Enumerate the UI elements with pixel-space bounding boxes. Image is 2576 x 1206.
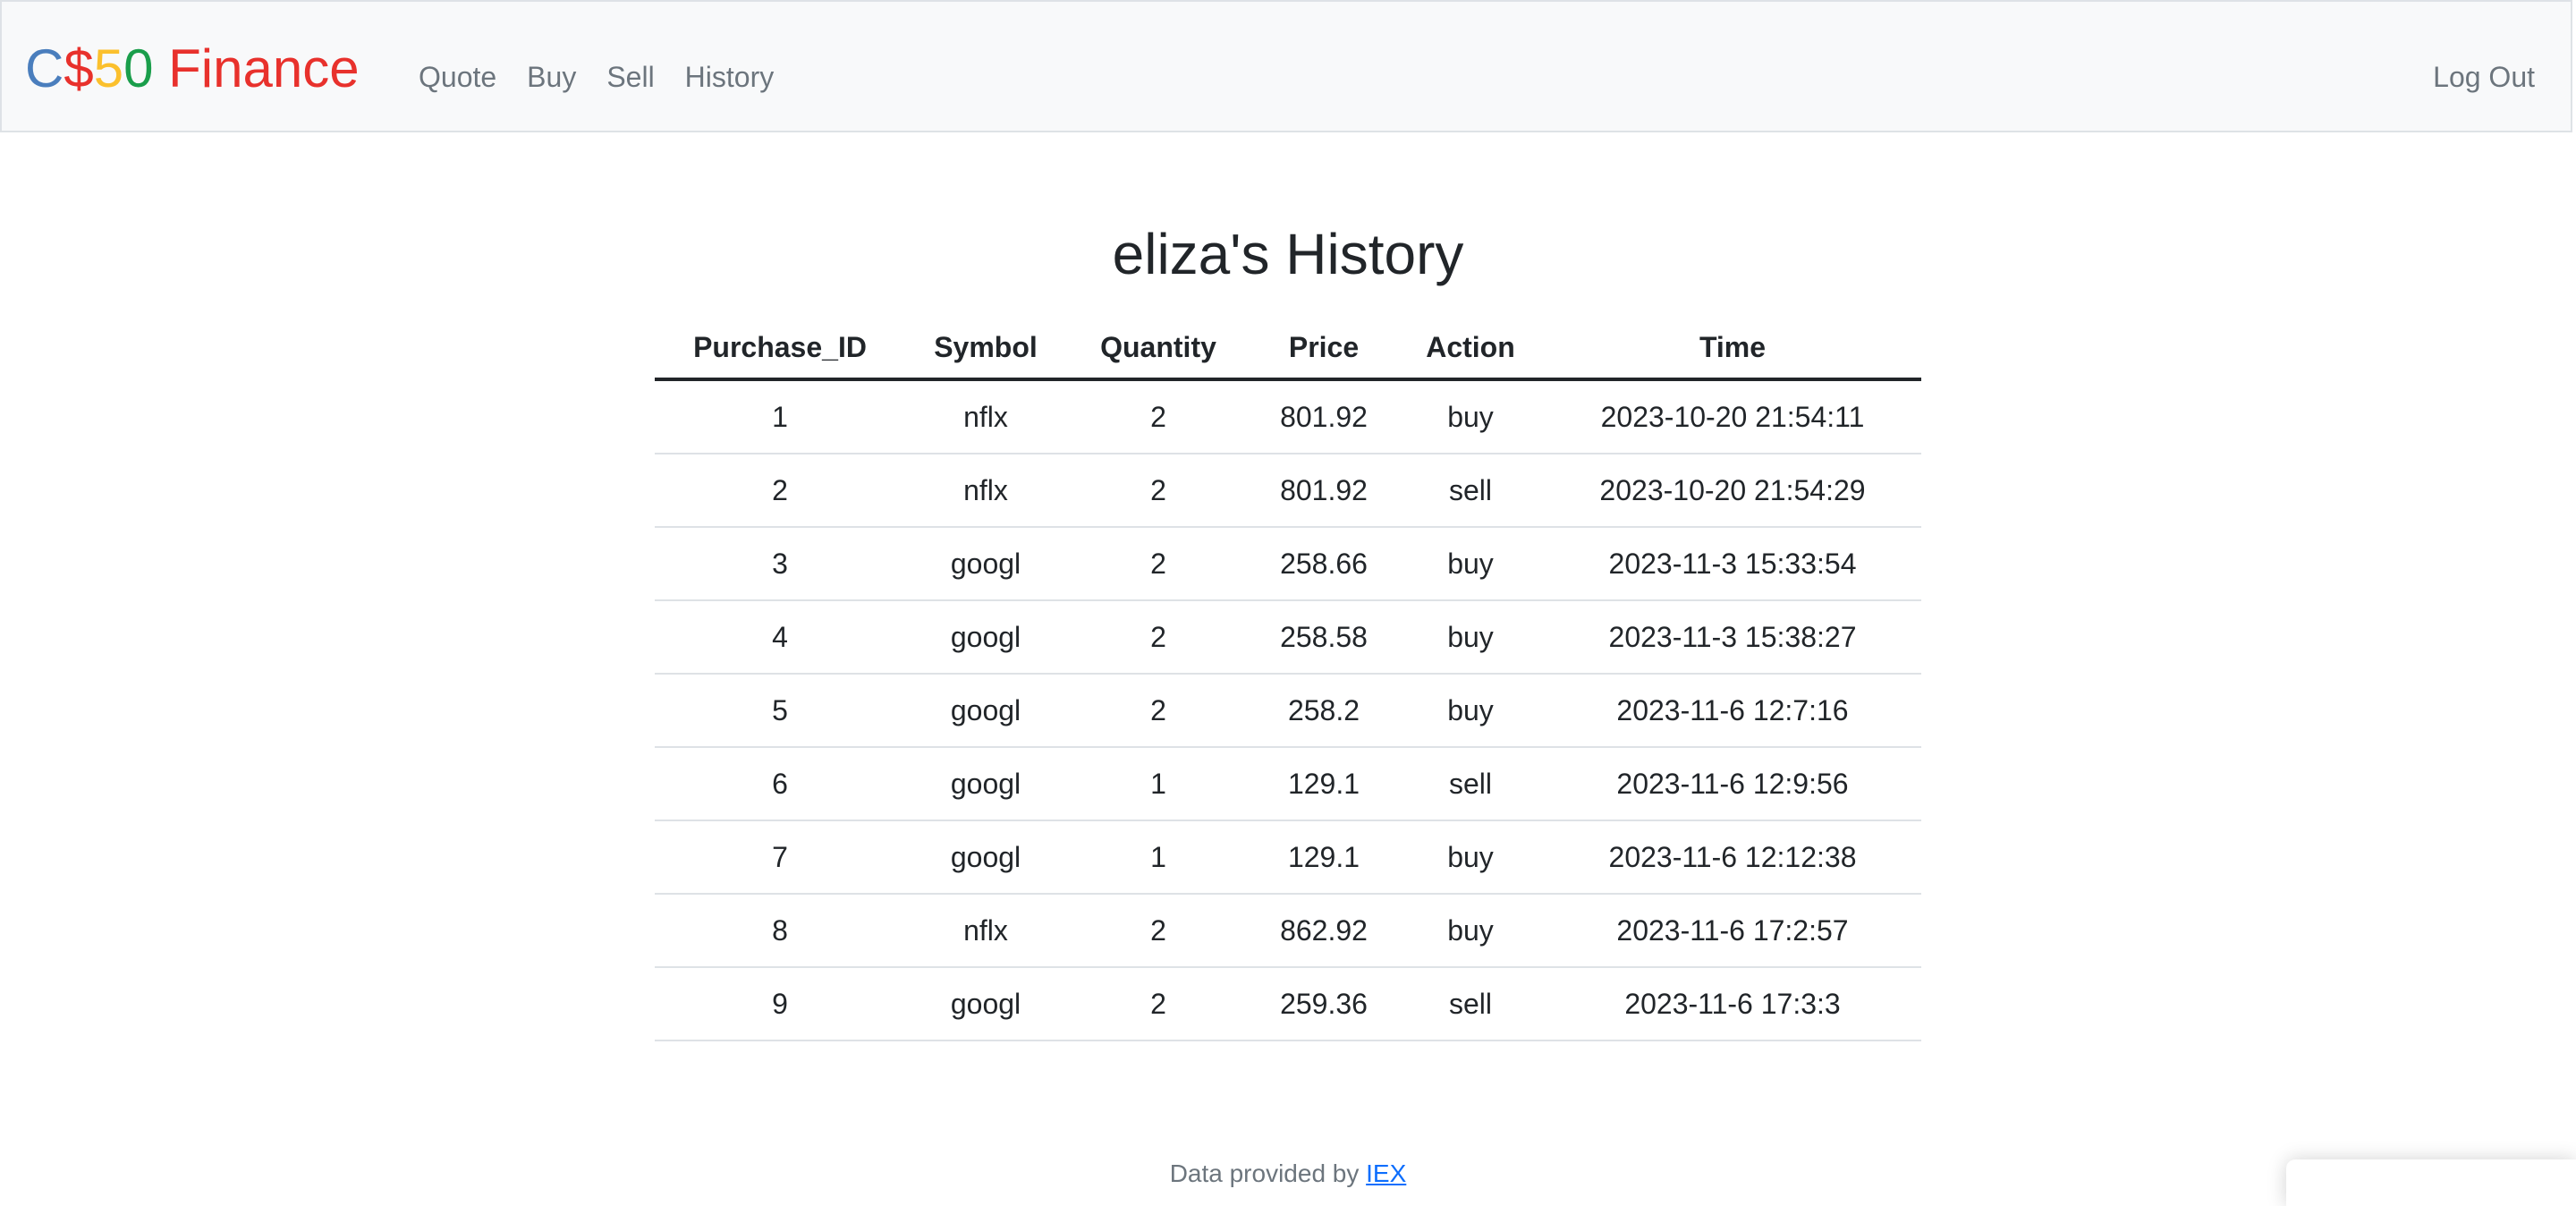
header-action: Action [1397,317,1544,381]
cell-purchase-id: 3 [655,527,905,601]
cell-price: 258.2 [1250,674,1397,748]
history-table: Purchase_ID Symbol Quantity Price Action… [655,317,1921,1041]
cell-purchase-id: 2 [655,454,905,528]
cell-quantity: 1 [1066,820,1250,895]
cell-symbol: googl [905,527,1066,601]
cell-purchase-id: 8 [655,894,905,968]
cell-action: buy [1397,379,1544,454]
table-row: 6 googl 1 129.1 sell 2023-11-6 12:9:56 [655,747,1921,821]
cell-symbol: nflx [905,894,1066,968]
cell-purchase-id: 1 [655,379,905,454]
footer-text: Data provided by [1169,1159,1367,1187]
cell-price: 258.58 [1250,600,1397,675]
table-row: 2 nflx 2 801.92 sell 2023-10-20 21:54:29 [655,454,1921,528]
header-purchase-id: Purchase_ID [655,317,905,381]
corner-overlay-panel [2286,1159,2576,1206]
cell-price: 801.92 [1250,379,1397,454]
cell-price: 801.92 [1250,454,1397,528]
cell-quantity: 2 [1066,600,1250,675]
cell-action: buy [1397,527,1544,601]
cell-time: 2023-11-6 12:9:56 [1544,747,1921,821]
nav-link-quote[interactable]: Quote [419,59,496,95]
cell-quantity: 2 [1066,454,1250,528]
header-time: Time [1544,317,1921,381]
cell-time: 2023-11-6 17:2:57 [1544,894,1921,968]
cell-symbol: googl [905,967,1066,1041]
brand-letter-c: C [25,38,64,98]
cell-quantity: 2 [1066,967,1250,1041]
cell-symbol: googl [905,600,1066,675]
cell-purchase-id: 7 [655,820,905,895]
brand-logo-link[interactable]: C$50 Finance [25,38,360,100]
cell-price: 129.1 [1250,820,1397,895]
cell-quantity: 2 [1066,674,1250,748]
cell-symbol: nflx [905,454,1066,528]
cell-time: 2023-11-3 15:38:27 [1544,600,1921,675]
brand-zero: 0 [123,38,154,98]
table-row: 4 googl 2 258.58 buy 2023-11-3 15:38:27 [655,600,1921,675]
logout-link[interactable]: Log Out [2433,59,2535,95]
brand-finance: Finance [153,38,360,98]
cell-quantity: 1 [1066,747,1250,821]
nav-link-history[interactable]: History [685,59,775,95]
cell-time: 2023-11-6 12:12:38 [1544,820,1921,895]
cell-price: 259.36 [1250,967,1397,1041]
cell-time: 2023-10-20 21:54:11 [1544,379,1921,454]
cell-action: buy [1397,674,1544,748]
cell-quantity: 2 [1066,527,1250,601]
cell-price: 258.66 [1250,527,1397,601]
cell-symbol: googl [905,747,1066,821]
header-quantity: Quantity [1066,317,1250,381]
cell-price: 862.92 [1250,894,1397,968]
cell-action: buy [1397,820,1544,895]
cell-action: buy [1397,894,1544,968]
cell-price: 129.1 [1250,747,1397,821]
cell-action: buy [1397,600,1544,675]
footer: Data provided by IEX [0,1156,2576,1192]
cell-action: sell [1397,454,1544,528]
navbar: C$50 Finance Quote Buy Sell History Log … [0,0,2572,132]
cell-time: 2023-10-20 21:54:29 [1544,454,1921,528]
cell-purchase-id: 4 [655,600,905,675]
cell-symbol: nflx [905,379,1066,454]
header-symbol: Symbol [905,317,1066,381]
header-price: Price [1250,317,1397,381]
cell-quantity: 2 [1066,379,1250,454]
cell-purchase-id: 5 [655,674,905,748]
table-row: 9 googl 2 259.36 sell 2023-11-6 17:3:3 [655,967,1921,1041]
page-title: eliza's History [1112,222,1464,286]
cell-time: 2023-11-6 17:3:3 [1544,967,1921,1041]
cell-quantity: 2 [1066,894,1250,968]
cell-symbol: googl [905,820,1066,895]
iex-link[interactable]: IEX [1366,1159,1406,1187]
table-header-row: Purchase_ID Symbol Quantity Price Action… [655,317,1921,381]
cell-symbol: googl [905,674,1066,748]
nav-link-sell[interactable]: Sell [606,59,654,95]
nav-link-buy[interactable]: Buy [527,59,576,95]
brand-dollar: $ [64,38,94,98]
nav-links: Quote Buy Sell History [419,59,774,95]
cell-action: sell [1397,747,1544,821]
table-row: 3 googl 2 258.66 buy 2023-11-3 15:33:54 [655,527,1921,601]
table-row: 8 nflx 2 862.92 buy 2023-11-6 17:2:57 [655,894,1921,968]
cell-time: 2023-11-3 15:33:54 [1544,527,1921,601]
cell-purchase-id: 9 [655,967,905,1041]
brand-five: 5 [93,38,124,98]
cell-purchase-id: 6 [655,747,905,821]
table-row: 5 googl 2 258.2 buy 2023-11-6 12:7:16 [655,674,1921,748]
cell-action: sell [1397,967,1544,1041]
table-row: 7 googl 1 129.1 buy 2023-11-6 12:12:38 [655,820,1921,895]
table-row: 1 nflx 2 801.92 buy 2023-10-20 21:54:11 [655,379,1921,454]
cell-time: 2023-11-6 12:7:16 [1544,674,1921,748]
